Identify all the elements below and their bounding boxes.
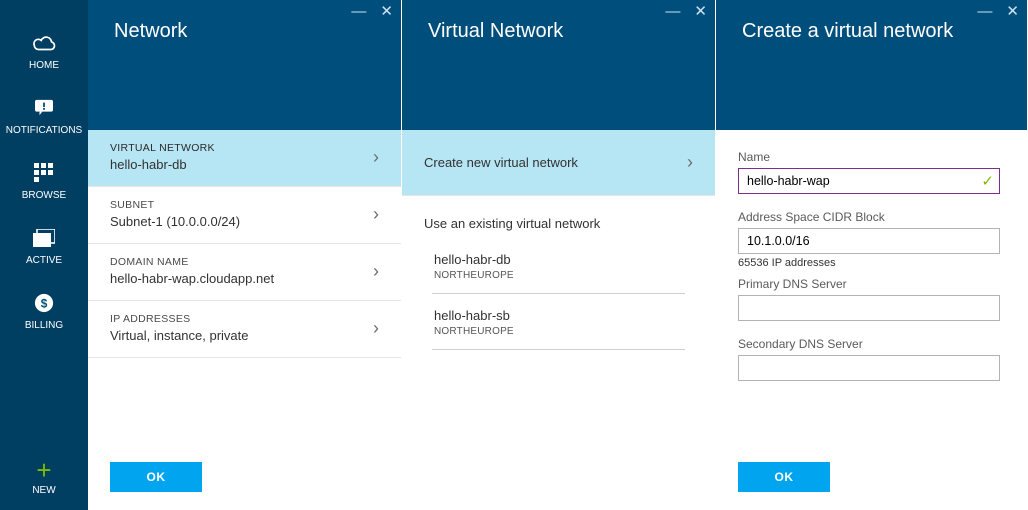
dns1-label: Primary DNS Server	[738, 277, 1005, 291]
secondary-dns-input[interactable]	[738, 355, 1000, 381]
blade-create-vnet: — ✕ Create a virtual network Name ✓ Addr…	[716, 0, 1028, 510]
network-row-ip-addresses[interactable]: IP ADDRESSES Virtual, instance, private …	[88, 301, 401, 358]
sidebar-item-label: ACTIVE	[26, 255, 62, 266]
row-value: Virtual, instance, private	[110, 328, 249, 343]
name-input[interactable]	[738, 168, 1000, 194]
sidebar-new-button[interactable]: + NEW	[0, 447, 88, 510]
sidebar-item-billing[interactable]: $ BILLING	[0, 278, 88, 343]
option-create-new-vnet[interactable]: Create new virtual network ›	[402, 130, 715, 196]
sidebar-item-label: BROWSE	[22, 190, 66, 201]
vnet-location: NORTHEUROPE	[434, 270, 683, 281]
ok-button[interactable]: OK	[738, 462, 830, 492]
blade-network: — ✕ Network VIRTUAL NETWORK hello-habr-d…	[88, 0, 402, 510]
cloud-icon	[31, 32, 57, 54]
row-value: hello-habr-db	[110, 157, 215, 172]
blade-header: — ✕ Network	[88, 0, 401, 130]
vnet-name: hello-habr-db	[434, 252, 683, 267]
option-use-existing-vnet: Use an existing virtual network	[402, 196, 715, 238]
chevron-right-icon: ›	[373, 318, 379, 339]
sidebar-item-label: BILLING	[25, 320, 63, 331]
checkmark-icon: ✓	[981, 172, 994, 190]
vnet-location: NORTHEUROPE	[434, 326, 683, 337]
row-label: VIRTUAL NETWORK	[110, 142, 215, 154]
row-value: hello-habr-wap.cloudapp.net	[110, 271, 274, 286]
sidebar-item-label: NOTIFICATIONS	[6, 125, 82, 136]
sidebar-item-home[interactable]: HOME	[0, 18, 88, 83]
cidr-input[interactable]	[738, 228, 1000, 254]
cidr-hint: 65536 IP addresses	[738, 257, 1005, 269]
network-row-subnet[interactable]: SUBNET Subnet-1 (10.0.0.0/24) ›	[88, 187, 401, 244]
minimize-icon[interactable]: —	[351, 4, 366, 19]
primary-dns-input[interactable]	[738, 295, 1000, 321]
close-icon[interactable]: ✕	[694, 4, 707, 19]
row-label: SUBNET	[110, 199, 240, 211]
row-label: DOMAIN NAME	[110, 256, 274, 268]
cidr-label: Address Space CIDR Block	[738, 210, 1005, 224]
dns2-label: Secondary DNS Server	[738, 337, 1005, 351]
blade-header: — ✕ Virtual Network	[402, 0, 715, 130]
portal-sidebar: HOME NOTIFICATIONS BROWSE ACTIVE $ BILLI…	[0, 0, 88, 510]
close-icon[interactable]: ✕	[380, 4, 393, 19]
chevron-right-icon: ›	[373, 261, 379, 282]
sidebar-new-label: NEW	[32, 485, 55, 496]
sidebar-item-browse[interactable]: BROWSE	[0, 148, 88, 213]
minimize-icon[interactable]: —	[665, 4, 680, 19]
vnet-name: hello-habr-sb	[434, 308, 683, 323]
sidebar-item-active[interactable]: ACTIVE	[0, 213, 88, 278]
blade-header: — ✕ Create a virtual network	[716, 0, 1027, 130]
option-label: Create new virtual network	[424, 155, 578, 170]
network-row-virtual-network[interactable]: VIRTUAL NETWORK hello-habr-db ›	[88, 130, 401, 187]
sidebar-item-notifications[interactable]: NOTIFICATIONS	[0, 83, 88, 148]
chevron-right-icon: ›	[373, 204, 379, 225]
network-row-domain-name[interactable]: DOMAIN NAME hello-habr-wap.cloudapp.net …	[88, 244, 401, 301]
chevron-right-icon: ›	[687, 152, 693, 173]
grid-icon	[31, 162, 57, 184]
existing-vnet-item[interactable]: hello-habr-sb NORTHEUROPE	[432, 294, 685, 350]
row-label: IP ADDRESSES	[110, 313, 249, 325]
sidebar-item-label: HOME	[29, 60, 59, 71]
chevron-right-icon: ›	[373, 147, 379, 168]
ok-button[interactable]: OK	[110, 462, 202, 492]
row-value: Subnet-1 (10.0.0.0/24)	[110, 214, 240, 229]
existing-vnet-item[interactable]: hello-habr-db NORTHEUROPE	[432, 238, 685, 294]
notification-icon	[31, 97, 57, 119]
close-icon[interactable]: ✕	[1006, 4, 1019, 19]
plus-icon: +	[36, 457, 51, 483]
billing-icon: $	[31, 292, 57, 314]
minimize-icon[interactable]: —	[977, 4, 992, 19]
name-label: Name	[738, 150, 1005, 164]
active-icon	[31, 227, 57, 249]
svg-text:$: $	[41, 297, 48, 311]
blade-virtual-network: — ✕ Virtual Network Create new virtual n…	[402, 0, 716, 510]
